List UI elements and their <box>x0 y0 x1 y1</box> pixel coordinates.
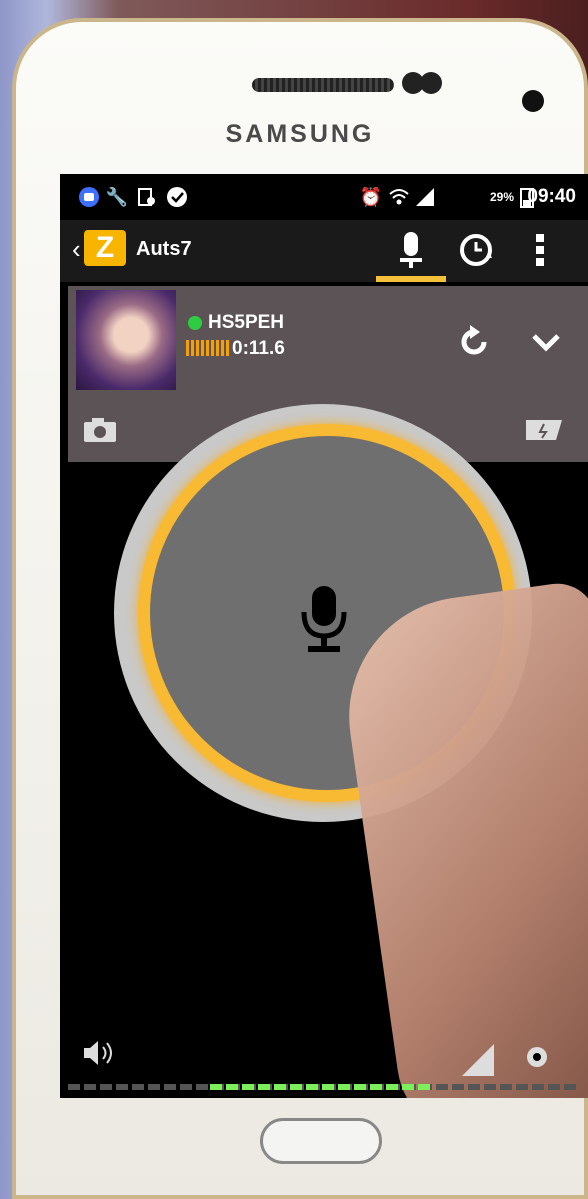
active-tab-indicator <box>376 276 446 282</box>
tab-talk[interactable] <box>376 226 446 276</box>
front-camera <box>522 90 544 112</box>
device-icon <box>136 186 158 208</box>
signal-strength <box>460 1042 496 1078</box>
wrench-icon: 🔧 <box>105 186 129 207</box>
signal-icon <box>462 1044 494 1076</box>
home-button[interactable] <box>260 1118 382 1164</box>
phone-frame: SAMSUNG 🔧 ⏰ 29% 09:40 ‹ Z Auts7 HS5PEH 0… <box>12 18 588 1199</box>
app-bar: ‹ Z Auts7 <box>60 220 588 282</box>
clock: 09:40 <box>527 186 576 207</box>
wifi-icon <box>388 186 410 208</box>
battery-percent: 29% <box>490 190 515 204</box>
alarm-icon: ⏰ <box>359 186 383 207</box>
signal-icon <box>414 186 436 208</box>
channel-title: Auts7 <box>136 238 192 260</box>
gear-icon <box>527 1047 547 1067</box>
speaker-button[interactable] <box>80 1038 120 1068</box>
mic-icon <box>400 232 422 268</box>
history-icon <box>460 234 492 266</box>
user-finger <box>333 578 588 1098</box>
mic-icon <box>301 586 347 652</box>
status-bar: 🔧 ⏰ 29% 09:40 <box>60 174 588 220</box>
tab-history[interactable] <box>456 230 496 270</box>
device-brand: SAMSUNG <box>225 120 375 148</box>
audio-level-active <box>210 1084 430 1090</box>
camera-button[interactable] <box>82 416 118 444</box>
message-duration: 0:11.6 <box>232 338 285 359</box>
voice-message-icon <box>186 340 230 356</box>
chevron-down-icon <box>532 334 560 352</box>
alert-button[interactable] <box>524 416 564 444</box>
back-arrow-icon[interactable]: ‹ <box>72 234 81 265</box>
push-to-talk-mic <box>296 582 352 656</box>
camera-icon <box>84 418 116 442</box>
sensor <box>420 72 442 94</box>
expand-button[interactable] <box>526 326 566 358</box>
replay-icon <box>461 325 487 355</box>
replay-button[interactable] <box>454 322 494 362</box>
online-status-icon <box>188 316 202 330</box>
screen: 🔧 ⏰ 29% 09:40 ‹ Z Auts7 HS5PEH 0:11.6 <box>60 174 588 1098</box>
zello-logo: Z <box>84 230 126 266</box>
earpiece-speaker <box>252 78 394 92</box>
settings-button[interactable] <box>522 1042 552 1072</box>
speaker-icon <box>84 1041 112 1065</box>
more-menu-button[interactable] <box>530 230 550 270</box>
more-vert-icon <box>536 234 544 266</box>
sender-name: HS5PEH <box>208 312 285 333</box>
check-circle-icon <box>166 186 188 208</box>
notification-app-icon <box>78 186 100 208</box>
avatar[interactable] <box>76 290 176 390</box>
alert-icon <box>526 420 562 440</box>
